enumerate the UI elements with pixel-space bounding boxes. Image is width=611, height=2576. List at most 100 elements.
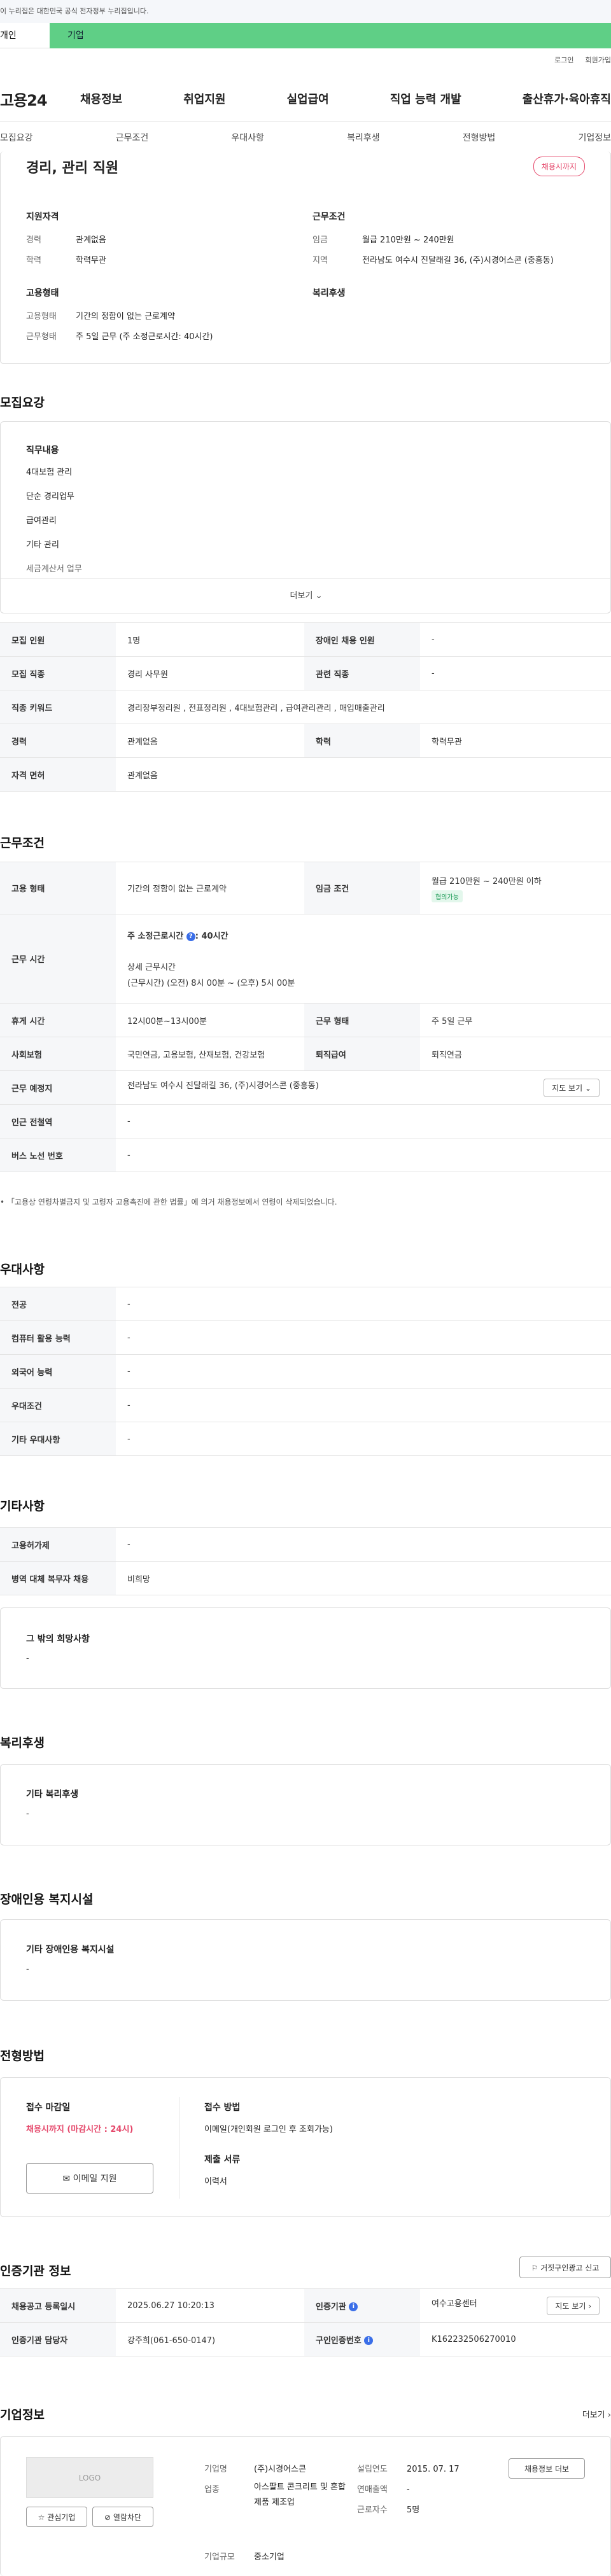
age-note-text: 「고용상 연령차별금지 및 고령자 고용촉진에 관한 법률」에 의거 채용정보에…: [6, 1198, 337, 1207]
gnb-item-leave[interactable]: 출산휴가·육아휴직: [523, 90, 611, 107]
th: 퇴직급여: [304, 1037, 420, 1071]
th: 임금 조건: [304, 862, 420, 914]
section-title-recruit: 모집요강: [0, 396, 45, 410]
question-icon[interactable]: ?: [186, 932, 195, 941]
tab-conditions[interactable]: 근무조건: [116, 131, 149, 144]
td: -: [116, 1354, 611, 1389]
company-value: -: [407, 2485, 410, 2495]
table-row: 모집 직종 경리 사무원 관련 직종 -: [0, 656, 611, 690]
company-key: 업종: [204, 2485, 220, 2495]
th: 컴퓨터 활용 능력: [0, 1320, 116, 1355]
tab-selection[interactable]: 전형방법: [463, 131, 496, 144]
company-more-link[interactable]: 더보기 ›: [582, 2408, 611, 2420]
negotiable-chip: 협의가능: [432, 890, 463, 902]
summary-card: 경리, 관리 직원 채용시까지 지원자격 경력 관계없음 학력 학력무관 근무조건 …: [0, 151, 611, 364]
join-link[interactable]: 회원가입: [586, 55, 611, 65]
tab-recruit[interactable]: 모집요강: [0, 131, 33, 144]
apply-card: 접수 마감일 채용시까지 (마감시간 : 24시) ✉ 이메일 지원 접수 방법…: [0, 2077, 611, 2217]
chevron-down-icon: ⌄: [315, 591, 323, 601]
switch-personal[interactable]: 개인: [0, 23, 50, 48]
other-wish-card: 그 밖의 희망사항 -: [0, 1607, 611, 1689]
org-key: 인증기관: [316, 2302, 346, 2312]
td: -: [116, 1422, 611, 1456]
section-title-company: 기업정보: [0, 2408, 45, 2422]
cond-key: 임금: [313, 235, 328, 245]
table-row: 병역 대체 복무자 채용 비희망: [0, 1561, 611, 1595]
gnb-item-training[interactable]: 직업 능력 개발: [390, 90, 461, 107]
pref-table: 전공 - 컴퓨터 활용 능력 - 외국어 능력 - 우대조건 - 기타 우대사항 -: [0, 1287, 611, 1456]
agency-map-button[interactable]: 지도 보기 ›: [547, 2296, 600, 2315]
site-logo[interactable]: 고용24: [0, 88, 48, 110]
th: 자격 면허: [0, 757, 116, 792]
agency-table: 채용공고 등록일시 2025.06.27 10:20:13 인증기관 i 여수고용센터…: [0, 2288, 611, 2356]
th: 고용 형태: [0, 862, 116, 914]
info-icon[interactable]: i: [349, 2302, 358, 2311]
th: 모집 인원: [0, 622, 116, 657]
method-title: 접수 방법: [204, 2103, 241, 2113]
td: 기간의 정함이 없는 근로계약: [116, 862, 304, 914]
block-label: 열람차단: [113, 2513, 142, 2522]
tab-welfare[interactable]: 복리후생: [347, 131, 380, 144]
qual-value: 관계없음: [76, 235, 106, 245]
tab-company[interactable]: 기업정보: [578, 131, 611, 144]
wage-value: 월급 210만원 ~ 240만원 이하: [432, 876, 542, 886]
gnb-item-employment-support[interactable]: 취업지원: [183, 90, 225, 107]
welfare-card: 기타 복리후생 -: [0, 1764, 611, 1845]
th: 모집 직종: [0, 656, 116, 690]
duty-title: 직무내용: [26, 445, 59, 456]
duty-item: 급여관리: [26, 516, 57, 526]
favorite-label: 관심기업: [47, 2513, 76, 2522]
company-founded-row: 설립연도 2015. 07. 17: [357, 2462, 460, 2474]
report-fake-ad-button[interactable]: ⚐ 거짓구인광고 신고: [519, 2257, 611, 2278]
disabled-card: 기타 장애인용 복지시설 -: [0, 1919, 611, 2001]
table-row: 근무 시간 주 소정근로시간 ?: 40시간 상세 근무시간 (근무시간) (오…: [0, 914, 611, 1004]
deadline-value: 채용시까지 (마감시간 : 24시): [26, 2125, 134, 2134]
emp-value: 기간의 정함이 없는 근로계약: [76, 312, 175, 321]
method-value: 이메일(개인회원 로그인 후 조회가능): [204, 2125, 333, 2134]
emp-title: 고용형태: [26, 288, 59, 298]
td: -: [420, 656, 611, 690]
duty-item: 4대보험 관리: [26, 468, 73, 477]
info-icon[interactable]: i: [364, 2336, 374, 2345]
qual-value: 학력무관: [76, 256, 106, 265]
emp-key: 근무형태: [26, 332, 57, 342]
qual-key: 학력: [26, 256, 41, 265]
section-title-welfare: 복리후생: [0, 1736, 45, 1750]
map-button[interactable]: 지도 보기 ⌄: [544, 1078, 600, 1097]
td: 강주희(061-650-0147): [116, 2322, 304, 2356]
tab-preferences[interactable]: 우대사항: [231, 131, 264, 144]
report-label: 거짓구인광고 신고: [540, 2264, 600, 2272]
star-icon: ☆: [38, 2513, 45, 2522]
th: 외국어 능력: [0, 1354, 116, 1389]
gnb-item-jobs[interactable]: 채용정보: [80, 90, 122, 107]
td: 관계없음: [116, 724, 304, 758]
login-link[interactable]: 로그인: [554, 55, 573, 65]
recruit-table: 모집 인원 1명 장애인 채용 인원 - 모집 직종 경리 사무원 관련 직종 - 직종 키…: [0, 622, 611, 792]
mail-icon: ✉: [62, 2174, 71, 2184]
th: 직종 키워드: [0, 690, 116, 724]
company-jobs-button[interactable]: 채용정보 더보: [509, 2458, 585, 2479]
th: 기타 우대사항: [0, 1422, 116, 1456]
docs-title: 제출 서류: [204, 2155, 241, 2165]
th: 근무 형태: [304, 1003, 420, 1037]
hours-cell: 주 소정근로시간 ?: 40시간 상세 근무시간 (근무시간) (오전) 8시 …: [116, 914, 611, 1004]
hours-detail-title: 상세 근무시간: [127, 963, 176, 972]
th: 고용허가제: [0, 1527, 116, 1562]
work-table: 고용 형태 기간의 정함이 없는 근로계약 임금 조건 월급 210만원 ~ 2…: [0, 862, 611, 1172]
th: 경력: [0, 724, 116, 758]
switch-business[interactable]: 기업: [50, 23, 611, 48]
cond-key: 지역: [313, 256, 328, 265]
cond-row: 임금 월급 210만원 ~ 240만원: [313, 233, 454, 245]
duty-more-button[interactable]: 더보기 ⌄: [1, 578, 611, 613]
td: -: [116, 1527, 611, 1562]
company-more-label: 더보기: [582, 2411, 605, 2420]
section-title-agency: 인증기관 정보: [0, 2264, 71, 2278]
gnb-item-unemployment[interactable]: 실업급여: [287, 90, 329, 107]
block-view-button[interactable]: ⊘ 열람차단: [92, 2507, 153, 2527]
emp-value: 주 5일 근무 (주 소정근로시간: 40시간): [76, 332, 213, 342]
company-key: 근로자수: [357, 2505, 388, 2515]
email-apply-button[interactable]: ✉ 이메일 지원: [26, 2163, 153, 2194]
id-key: 구인인증번호: [316, 2335, 362, 2346]
favorite-company-button[interactable]: ☆ 관심기업: [26, 2507, 87, 2527]
company-card: LOGO ☆ 관심기업 ⊘ 열람차단 기업명 (주)시경어스콘 업종 아스팔트 콘크…: [0, 2436, 611, 2576]
